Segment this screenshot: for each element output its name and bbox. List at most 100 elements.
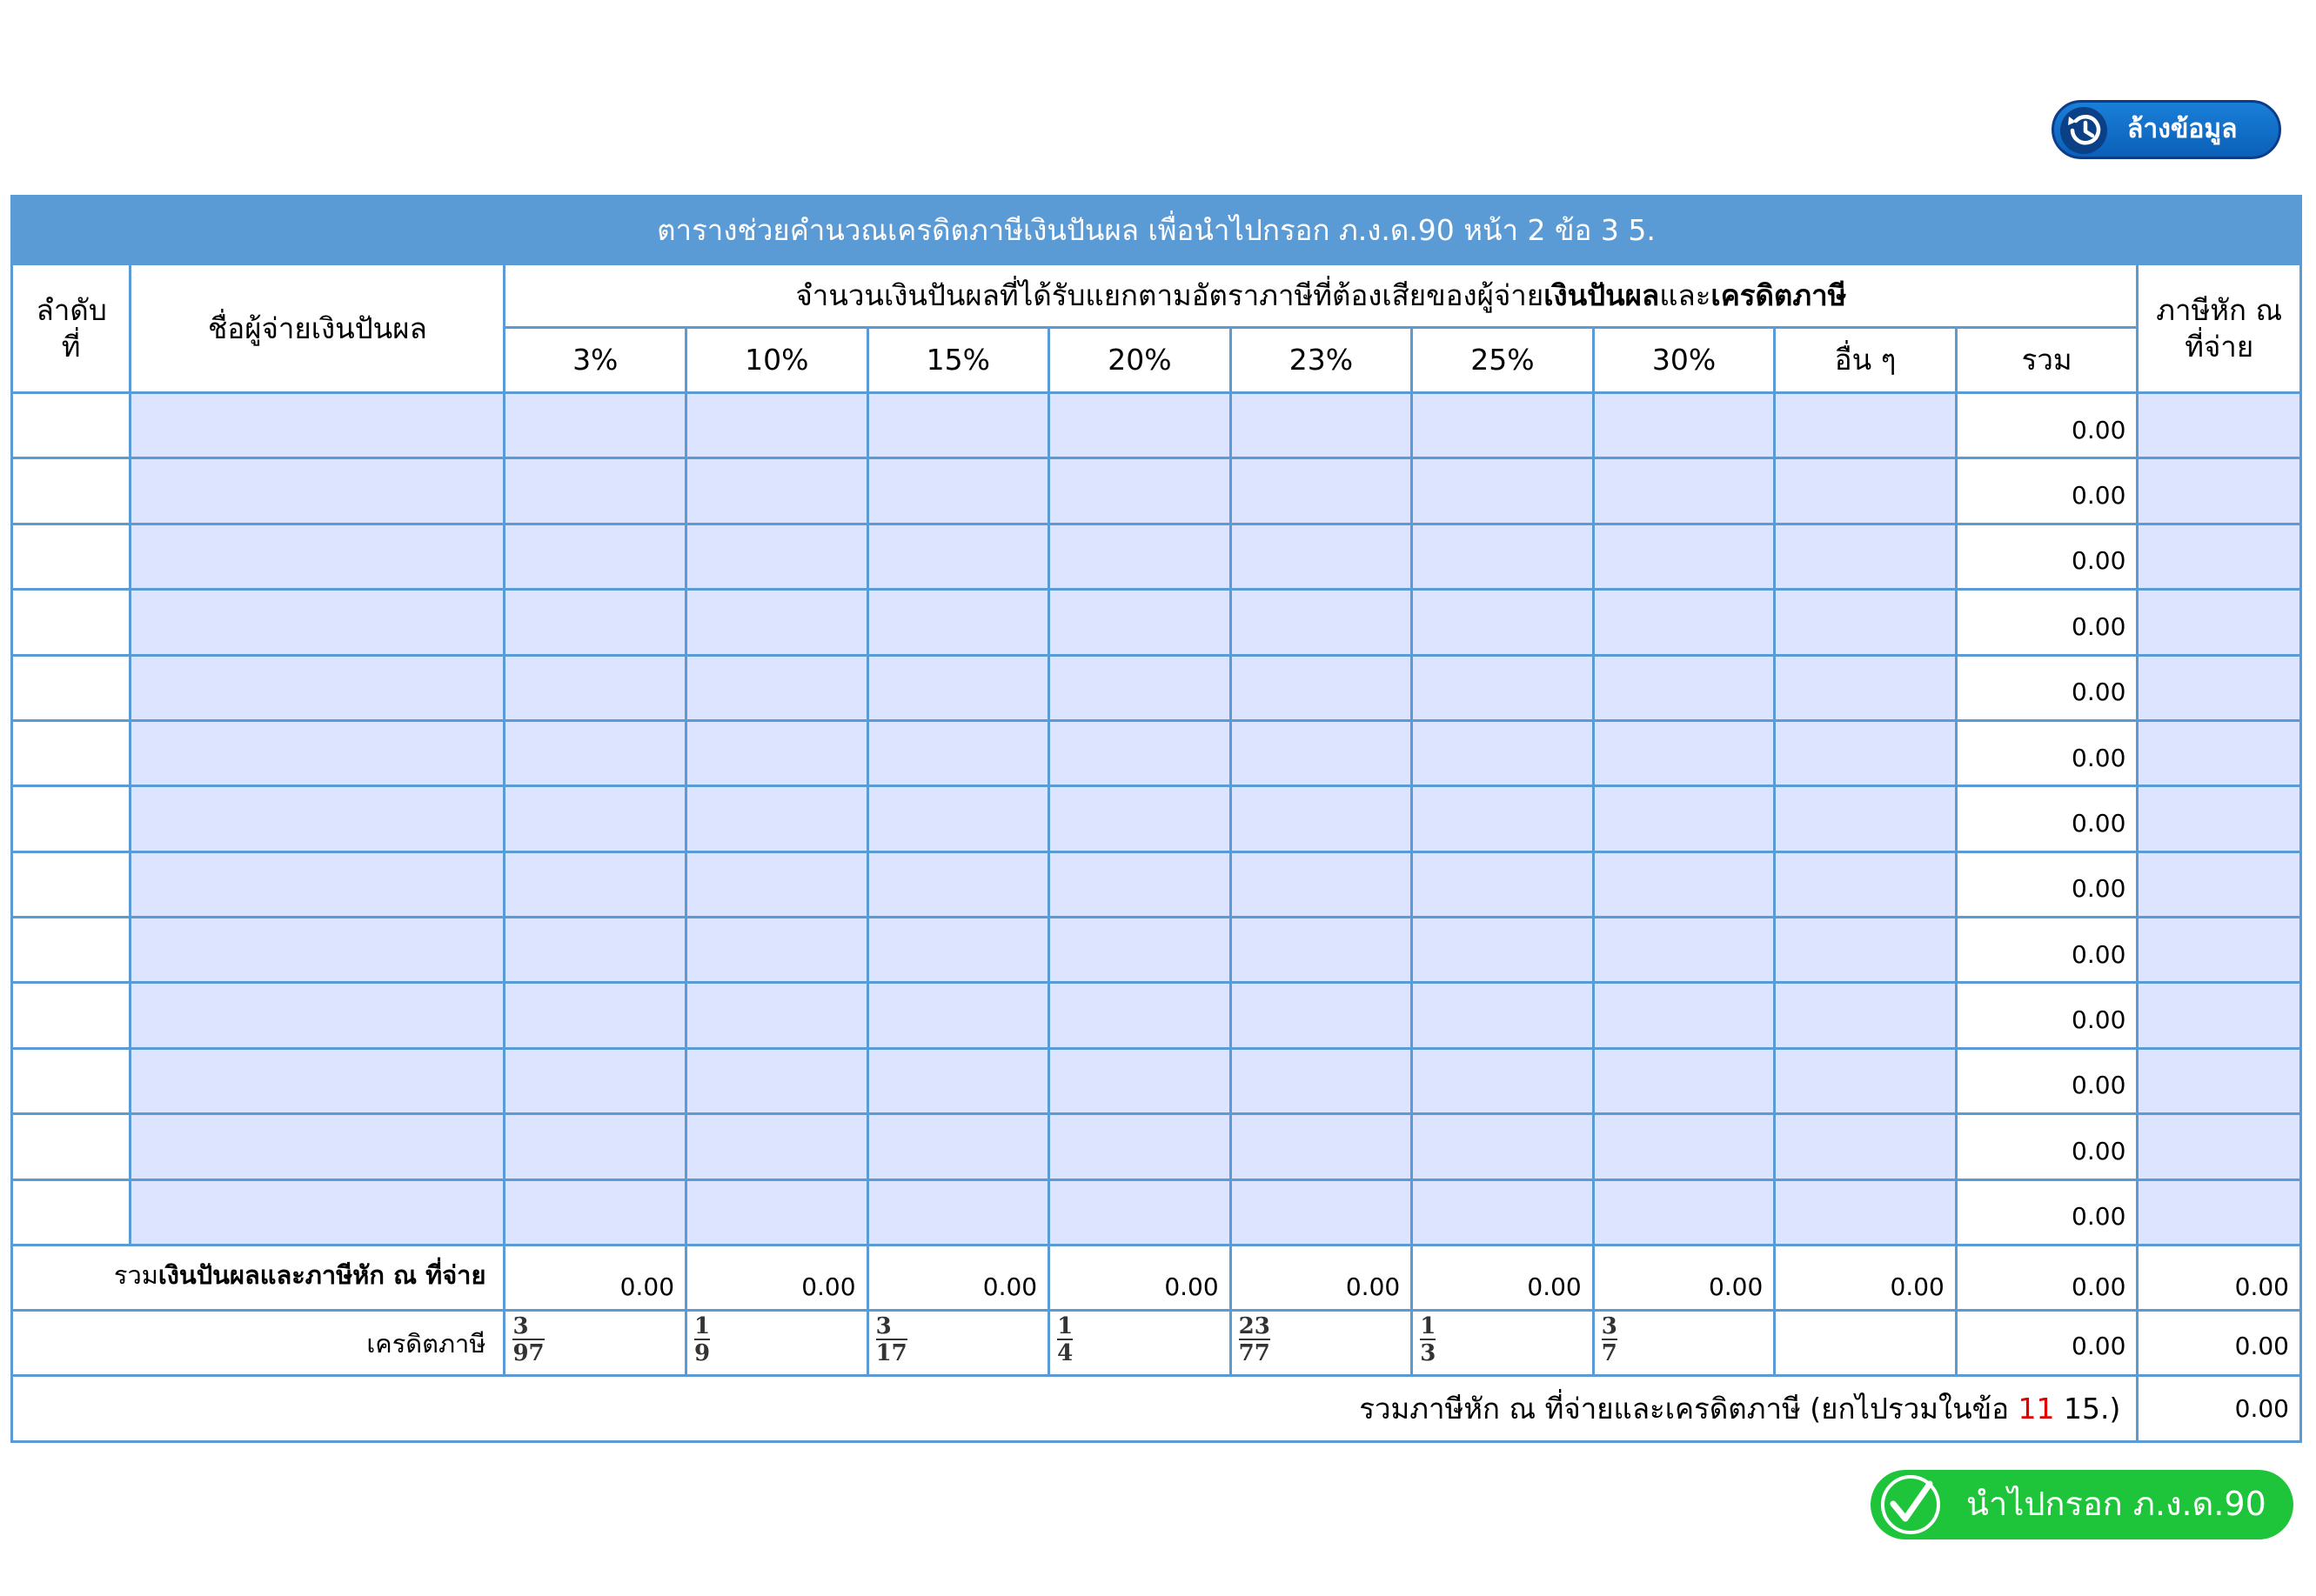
dividend-amount-input[interactable]: [1773, 588, 1958, 657]
dividend-amount-input[interactable]: [503, 785, 688, 853]
dividend-amount-input[interactable]: [1048, 850, 1232, 919]
dividend-amount-input[interactable]: [1591, 1112, 1777, 1181]
payer-name-input[interactable]: [129, 391, 506, 460]
fill-pnd90-button[interactable]: นำไปกรอก ภ.ง.ด.90: [1871, 1470, 2293, 1539]
dividend-amount-input[interactable]: [1410, 653, 1595, 722]
dividend-amount-input[interactable]: [685, 653, 869, 722]
dividend-amount-input[interactable]: [1591, 718, 1777, 788]
dividend-amount-input[interactable]: [1228, 915, 1414, 985]
withholding-tax-input[interactable]: [2136, 785, 2302, 853]
dividend-amount-input[interactable]: [1591, 1046, 1777, 1116]
dividend-amount-input[interactable]: [1228, 522, 1414, 591]
payer-name-input[interactable]: [129, 915, 506, 985]
withholding-tax-input[interactable]: [2136, 522, 2302, 591]
payer-name-input[interactable]: [129, 588, 506, 657]
withholding-tax-input[interactable]: [2136, 391, 2302, 460]
dividend-amount-input[interactable]: [685, 588, 869, 657]
dividend-amount-input[interactable]: [866, 1046, 1051, 1116]
dividend-amount-input[interactable]: [1410, 1046, 1595, 1116]
dividend-amount-input[interactable]: [1591, 588, 1777, 657]
dividend-amount-input[interactable]: [1773, 1178, 1958, 1246]
dividend-amount-input[interactable]: [1410, 718, 1595, 788]
dividend-amount-input[interactable]: [1591, 653, 1777, 722]
dividend-amount-input[interactable]: [503, 522, 688, 591]
clear-data-button[interactable]: ล้างข้อมูล: [2052, 100, 2281, 159]
dividend-amount-input[interactable]: [1591, 522, 1777, 591]
dividend-amount-input[interactable]: [866, 653, 1051, 722]
dividend-amount-input[interactable]: [1591, 1178, 1777, 1246]
dividend-amount-input[interactable]: [1228, 785, 1414, 853]
dividend-amount-input[interactable]: [503, 1112, 688, 1181]
dividend-amount-input[interactable]: [1773, 522, 1958, 591]
dividend-amount-input[interactable]: [503, 850, 688, 919]
dividend-amount-input[interactable]: [1773, 785, 1958, 853]
dividend-amount-input[interactable]: [1048, 981, 1232, 1050]
dividend-amount-input[interactable]: [866, 457, 1051, 525]
dividend-amount-input[interactable]: [1591, 391, 1777, 460]
dividend-amount-input[interactable]: [503, 1046, 688, 1116]
dividend-amount-input[interactable]: [1410, 457, 1595, 525]
dividend-amount-input[interactable]: [1591, 915, 1777, 985]
payer-name-input[interactable]: [129, 457, 506, 525]
dividend-amount-input[interactable]: [1228, 1112, 1414, 1181]
withholding-tax-input[interactable]: [2136, 850, 2302, 919]
payer-name-input[interactable]: [129, 785, 506, 853]
dividend-amount-input[interactable]: [1048, 1112, 1232, 1181]
dividend-amount-input[interactable]: [866, 391, 1051, 460]
dividend-amount-input[interactable]: [866, 718, 1051, 788]
dividend-amount-input[interactable]: [503, 653, 688, 722]
dividend-amount-input[interactable]: [1773, 850, 1958, 919]
dividend-amount-input[interactable]: [1048, 915, 1232, 985]
dividend-amount-input[interactable]: [1591, 785, 1777, 853]
withholding-tax-input[interactable]: [2136, 718, 2302, 788]
dividend-amount-input[interactable]: [1410, 391, 1595, 460]
dividend-amount-input[interactable]: [1228, 457, 1414, 525]
dividend-amount-input[interactable]: [866, 915, 1051, 985]
withholding-tax-input[interactable]: [2136, 915, 2302, 985]
dividend-amount-input[interactable]: [685, 1112, 869, 1181]
payer-name-input[interactable]: [129, 850, 506, 919]
dividend-amount-input[interactable]: [1048, 1178, 1232, 1246]
dividend-amount-input[interactable]: [685, 981, 869, 1050]
dividend-amount-input[interactable]: [1228, 588, 1414, 657]
dividend-amount-input[interactable]: [866, 1178, 1051, 1246]
dividend-amount-input[interactable]: [685, 391, 869, 460]
dividend-amount-input[interactable]: [1773, 391, 1958, 460]
dividend-amount-input[interactable]: [1773, 915, 1958, 985]
dividend-amount-input[interactable]: [1773, 1112, 1958, 1181]
dividend-amount-input[interactable]: [1591, 850, 1777, 919]
withholding-tax-input[interactable]: [2136, 653, 2302, 722]
dividend-amount-input[interactable]: [1048, 785, 1232, 853]
dividend-amount-input[interactable]: [866, 588, 1051, 657]
dividend-amount-input[interactable]: [1048, 718, 1232, 788]
dividend-amount-input[interactable]: [1410, 981, 1595, 1050]
withholding-tax-input[interactable]: [2136, 981, 2302, 1050]
dividend-amount-input[interactable]: [685, 457, 869, 525]
dividend-amount-input[interactable]: [1591, 457, 1777, 525]
dividend-amount-input[interactable]: [685, 522, 869, 591]
dividend-amount-input[interactable]: [1048, 588, 1232, 657]
dividend-amount-input[interactable]: [1410, 522, 1595, 591]
dividend-amount-input[interactable]: [1228, 1178, 1414, 1246]
dividend-amount-input[interactable]: [1410, 915, 1595, 985]
dividend-amount-input[interactable]: [685, 1178, 869, 1246]
payer-name-input[interactable]: [129, 981, 506, 1050]
dividend-amount-input[interactable]: [1228, 1046, 1414, 1116]
dividend-amount-input[interactable]: [1773, 653, 1958, 722]
payer-name-input[interactable]: [129, 1112, 506, 1181]
dividend-amount-input[interactable]: [503, 588, 688, 657]
payer-name-input[interactable]: [129, 522, 506, 591]
dividend-amount-input[interactable]: [503, 915, 688, 985]
dividend-amount-input[interactable]: [1228, 653, 1414, 722]
dividend-amount-input[interactable]: [503, 718, 688, 788]
dividend-amount-input[interactable]: [1773, 1046, 1958, 1116]
dividend-amount-input[interactable]: [685, 915, 869, 985]
dividend-amount-input[interactable]: [1228, 718, 1414, 788]
withholding-tax-input[interactable]: [2136, 1178, 2302, 1246]
dividend-amount-input[interactable]: [1228, 981, 1414, 1050]
payer-name-input[interactable]: [129, 1046, 506, 1116]
withholding-tax-input[interactable]: [2136, 457, 2302, 525]
dividend-amount-input[interactable]: [866, 850, 1051, 919]
dividend-amount-input[interactable]: [685, 850, 869, 919]
payer-name-input[interactable]: [129, 1178, 506, 1246]
